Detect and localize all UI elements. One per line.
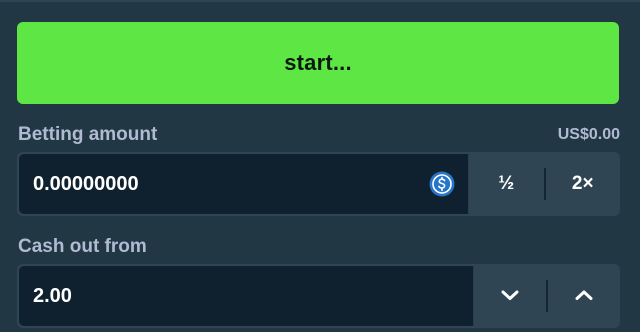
cashout-label-row: Cash out from	[18, 234, 620, 260]
half-amount-button[interactable]: ½	[469, 152, 544, 216]
cashout-row: 2.00	[17, 264, 620, 328]
increase-cashout-button[interactable]	[548, 264, 620, 328]
chevron-down-icon	[501, 285, 519, 307]
cashout-label: Cash out from	[18, 236, 147, 257]
amount-modifier-buttons: ½ 2×	[469, 152, 620, 216]
stepper-separator	[546, 280, 548, 312]
betting-amount-value: 0.00000000	[33, 172, 139, 195]
usdc-coin-icon	[428, 170, 456, 198]
cashout-stepper	[474, 264, 620, 328]
chevron-up-icon	[575, 285, 593, 307]
betting-amount-row: 0.00000000 ½ 2×	[17, 152, 620, 216]
betting-amount-input[interactable]: 0.00000000	[19, 154, 469, 214]
cashout-value: 2.00	[33, 284, 72, 307]
start-button[interactable]: start...	[17, 22, 619, 104]
cashout-input[interactable]: 2.00	[19, 266, 474, 326]
button-separator	[543, 168, 546, 200]
bet-panel: start... Betting amount US$0.00 0.000000…	[0, 0, 640, 332]
top-divider	[0, 0, 640, 2]
decrease-cashout-button[interactable]	[474, 264, 546, 328]
double-amount-button[interactable]: 2×	[546, 152, 621, 216]
betting-amount-label-row: Betting amount US$0.00	[18, 122, 620, 148]
betting-amount-label: Betting amount	[18, 124, 158, 145]
usd-value: US$0.00	[557, 126, 620, 143]
